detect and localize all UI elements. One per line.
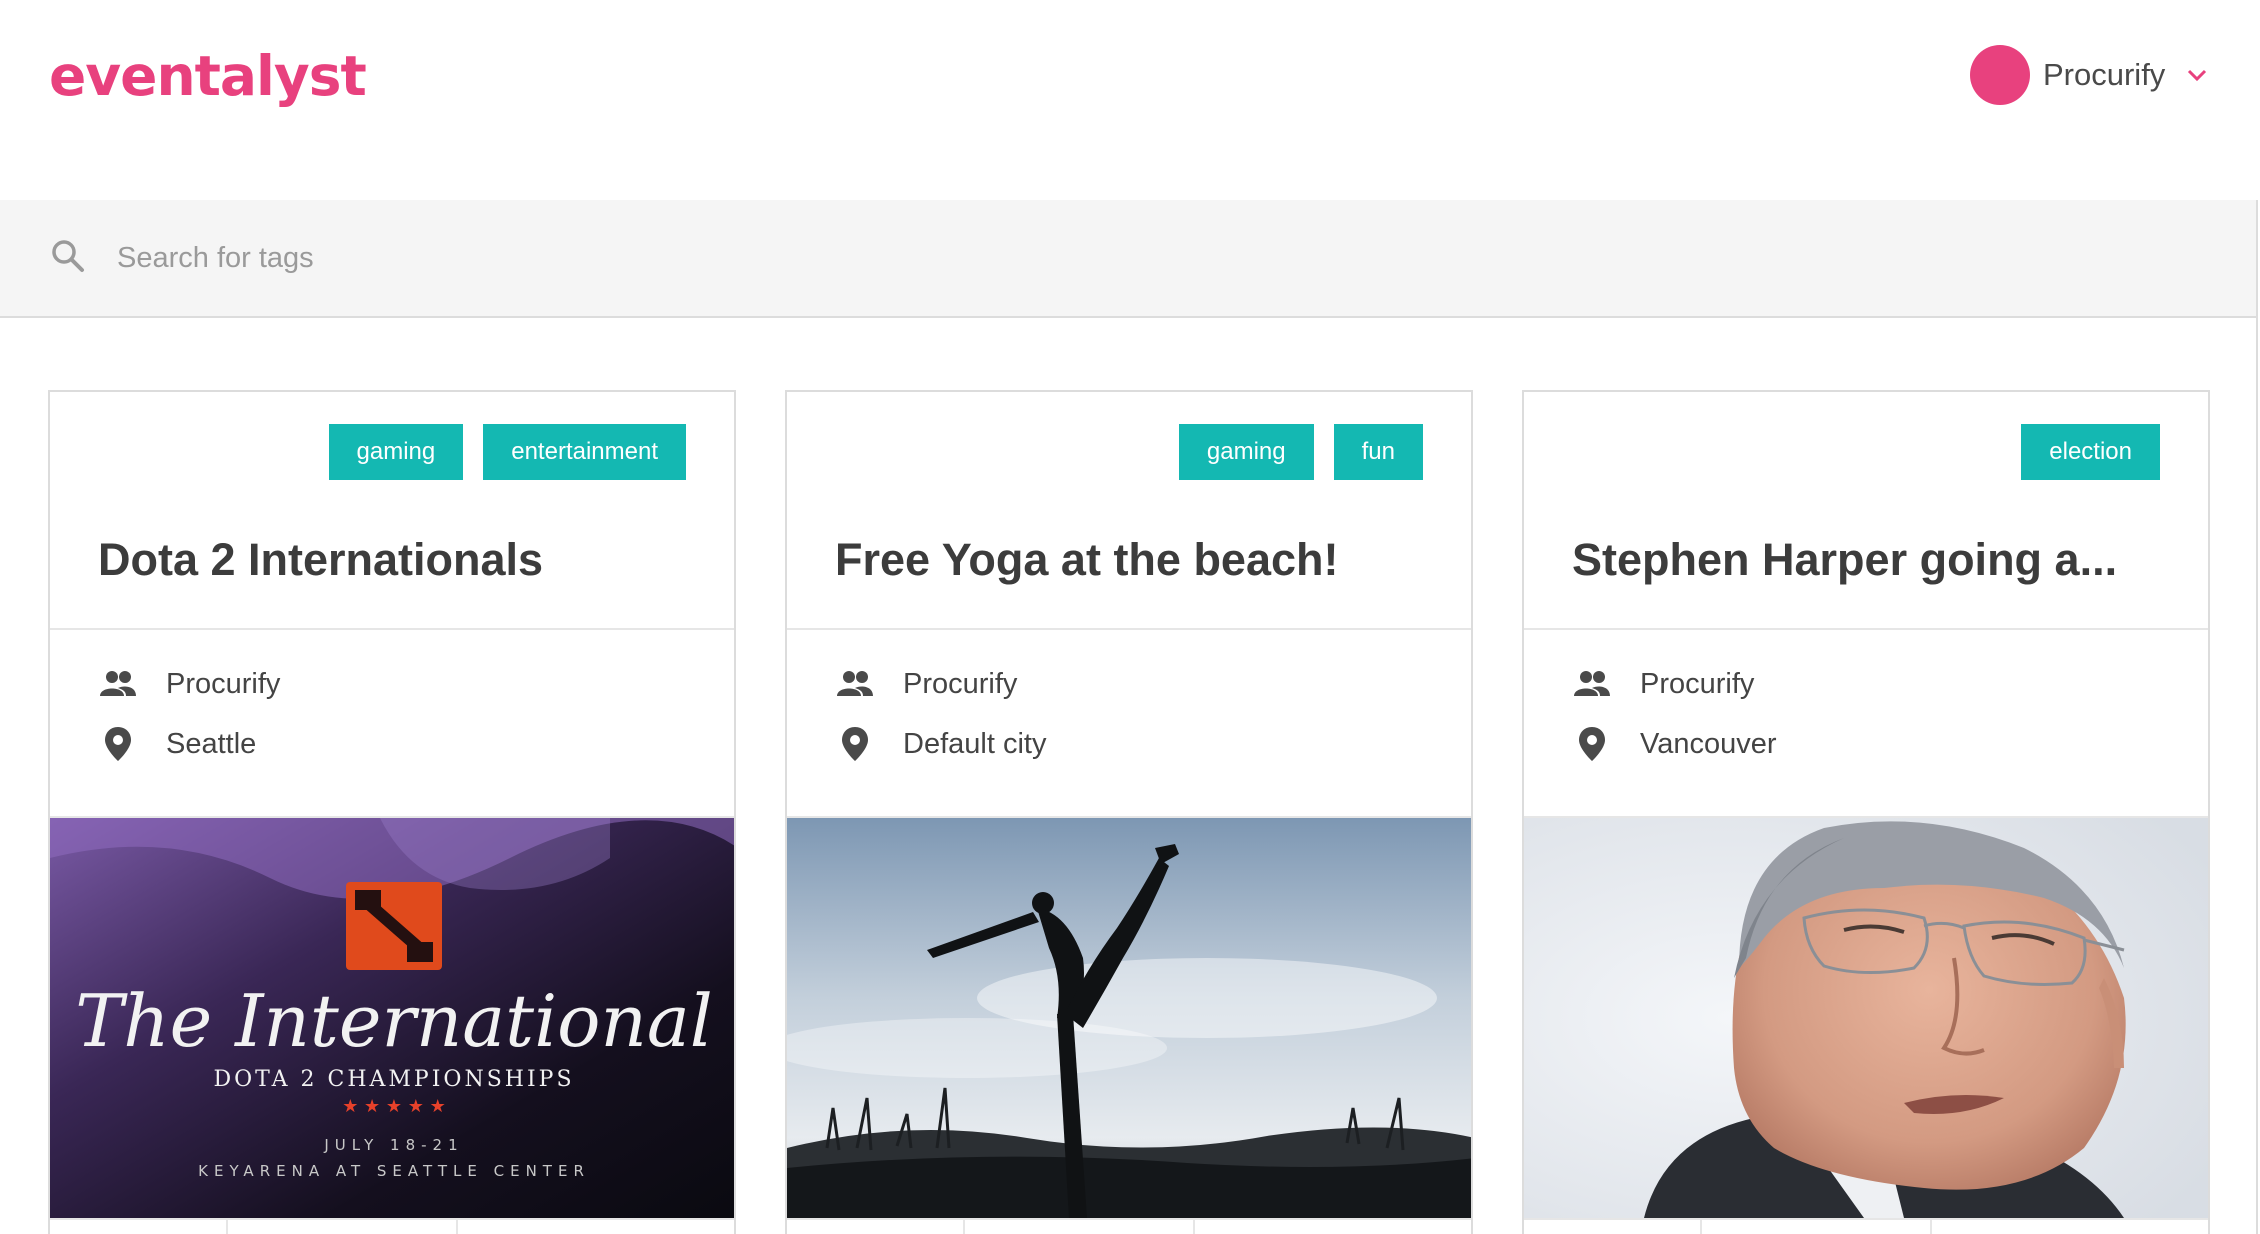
- organizer-row: Procurify: [1572, 662, 1754, 706]
- location-pin-icon: [105, 727, 131, 761]
- card-header: gaming entertainment Dota 2 Internationa…: [50, 392, 734, 630]
- poster-logo-text: The International: [75, 979, 713, 1063]
- top-header: eventalyst Procurify: [0, 0, 2260, 200]
- card-footer: [1524, 1218, 2208, 1234]
- footer-cell[interactable]: [228, 1220, 458, 1234]
- event-image[interactable]: The International DOTA 2 CHAMPIONSHIPS ★…: [50, 818, 734, 1218]
- page-edge: [2256, 318, 2258, 1234]
- footer-cell[interactable]: [965, 1220, 1195, 1234]
- event-card-dota[interactable]: gaming entertainment Dota 2 Internationa…: [48, 390, 736, 1234]
- user-name[interactable]: Procurify: [2043, 57, 2165, 93]
- tag[interactable]: gaming: [1178, 424, 1314, 480]
- footer-cell[interactable]: [1524, 1220, 1702, 1234]
- app-page: eventalyst Procurify gaming entertainmen…: [0, 0, 2260, 1234]
- chevron-down-icon[interactable]: [2185, 63, 2209, 87]
- card-header: gaming fun Free Yoga at the beach!: [787, 392, 1471, 630]
- event-card-election[interactable]: election Stephen Harper going a... Procu…: [1522, 390, 2210, 1234]
- organizer-name: Procurify: [1640, 667, 1755, 700]
- location-pin-icon: [1579, 727, 1605, 761]
- people-icon: [100, 671, 136, 696]
- organizer-name: Procurify: [903, 667, 1018, 700]
- people-icon: [1574, 671, 1610, 696]
- event-image[interactable]: [787, 818, 1471, 1218]
- location-row: Seattle: [98, 722, 256, 766]
- tag[interactable]: fun: [1333, 424, 1423, 480]
- people-icon: [837, 671, 873, 696]
- portrait-photo: [1524, 818, 2208, 1218]
- footer-cell[interactable]: [1702, 1220, 1932, 1234]
- poster-venue: KEYARENA AT SEATTLE CENTER: [198, 1162, 590, 1180]
- card-title[interactable]: Dota 2 Internationals: [98, 530, 698, 590]
- organizer-row: Procurify: [835, 662, 1017, 706]
- user-menu[interactable]: Procurify: [1970, 43, 2209, 107]
- tag[interactable]: entertainment: [483, 424, 686, 480]
- location-name: Default city: [903, 727, 1047, 760]
- footer-cell[interactable]: [50, 1220, 228, 1234]
- search-input[interactable]: [117, 234, 1517, 282]
- card-footer: [787, 1218, 1471, 1234]
- tag[interactable]: election: [2021, 424, 2160, 480]
- search-icon: [52, 240, 84, 272]
- tag-list: gaming fun: [1178, 424, 1423, 480]
- poster-image: The International DOTA 2 CHAMPIONSHIPS ★…: [50, 818, 734, 1218]
- location-pin-icon: [842, 727, 868, 761]
- card-info: Procurify Vancouver: [1524, 630, 2208, 818]
- tag[interactable]: gaming: [328, 424, 464, 480]
- card-info: Procurify Seattle: [50, 630, 734, 818]
- card-title[interactable]: Stephen Harper going a...: [1572, 530, 2172, 590]
- avatar[interactable]: [1970, 45, 2030, 105]
- organizer-name: Procurify: [166, 667, 281, 700]
- yoga-photo: [787, 818, 1471, 1218]
- location-name: Vancouver: [1640, 727, 1777, 760]
- card-info: Procurify Default city: [787, 630, 1471, 818]
- event-image[interactable]: [1524, 818, 2208, 1218]
- app-logo[interactable]: eventalyst: [49, 38, 367, 114]
- location-row: Default city: [835, 722, 1046, 766]
- card-header: election Stephen Harper going a...: [1524, 392, 2208, 630]
- location-row: Vancouver: [1572, 722, 1777, 766]
- card-title[interactable]: Free Yoga at the beach!: [835, 530, 1435, 590]
- tag-list: election: [2021, 424, 2160, 480]
- poster-stars: ★ ★ ★ ★ ★: [342, 1096, 446, 1117]
- organizer-row: Procurify: [98, 662, 280, 706]
- event-card-yoga[interactable]: gaming fun Free Yoga at the beach! Procu…: [785, 390, 1473, 1234]
- poster-subtitle: DOTA 2 CHAMPIONSHIPS: [213, 1067, 574, 1092]
- location-name: Seattle: [166, 727, 257, 760]
- poster-dates: JULY 18-21: [323, 1136, 463, 1154]
- footer-cell[interactable]: [787, 1220, 965, 1234]
- tag-list: gaming entertainment: [328, 424, 686, 480]
- card-footer: [50, 1218, 734, 1234]
